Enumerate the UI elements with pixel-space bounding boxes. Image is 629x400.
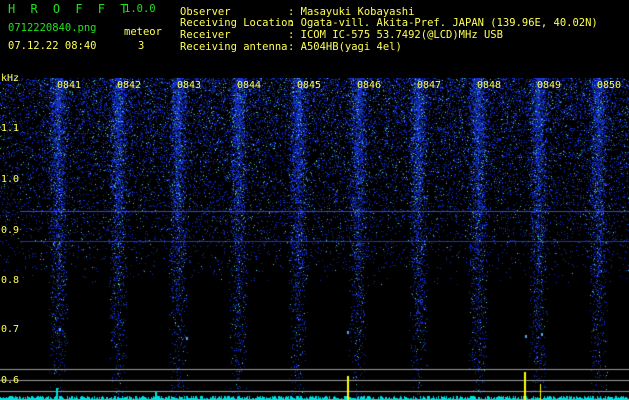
- file-name: 0712220840.png: [8, 22, 97, 34]
- time-tick-label: 0845: [297, 80, 322, 91]
- antenna-value: : A504HB(yagi 4el): [288, 41, 402, 53]
- app-title: H R O F F T: [8, 2, 132, 16]
- freq-tick-label: 1.0: [1, 174, 20, 185]
- app-version: 1.0.0: [124, 3, 156, 15]
- meteor-label: meteor: [124, 26, 162, 38]
- time-tick-label: 0846: [357, 80, 382, 91]
- receiver-value: : ICOM IC-575 53.7492(@LCD)MHz USB: [288, 29, 503, 41]
- freq-tick-label: 0.7: [1, 324, 20, 335]
- receiver-label: Receiver: [180, 29, 231, 41]
- freq-unit-label: kHz: [1, 73, 20, 84]
- freq-tick-label: 1.1: [1, 123, 20, 134]
- freq-tick-label: 0.6: [1, 375, 20, 386]
- antenna-label: Receiving antenna: [180, 41, 288, 53]
- time-tick-label: 0844: [237, 80, 262, 91]
- time-tick-label: 0841: [57, 80, 82, 91]
- time-tick-label: 0843: [177, 80, 202, 91]
- spectrogram-canvas: [0, 78, 629, 400]
- time-tick-label: 0848: [477, 80, 502, 91]
- freq-tick-label: 0.9: [1, 225, 20, 236]
- location-label: Receiving Location: [180, 17, 294, 29]
- file-datetime: 07.12.22 08:40: [8, 40, 97, 52]
- time-tick-label: 0847: [417, 80, 442, 91]
- time-tick-label: 0850: [597, 80, 622, 91]
- freq-tick-label: 0.8: [1, 275, 20, 286]
- location-value: : Ogata-vill. Akita-Pref. JAPAN (139.96E…: [288, 17, 598, 29]
- time-tick-label: 0842: [117, 80, 142, 91]
- time-tick-label: 0849: [537, 80, 562, 91]
- meteor-count: 3: [138, 40, 145, 52]
